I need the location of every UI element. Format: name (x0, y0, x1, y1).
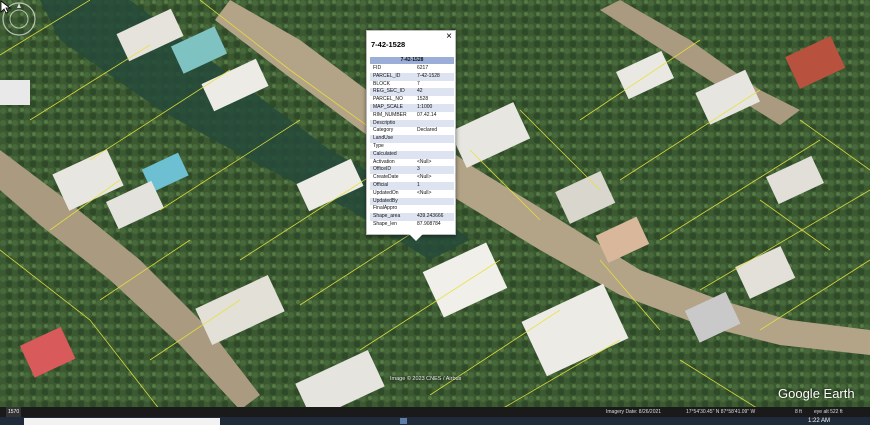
field-value (417, 198, 454, 206)
table-row: FID 6217 (370, 65, 454, 73)
field-value: Declared (417, 127, 438, 134)
table-row: CreateDate <Null> (370, 174, 454, 182)
taskbar-clock: 1:22 AM (807, 418, 830, 424)
parcel-info-popup: 7-42-1528 × 7-42-1528 FID 6217 PARCEL_ID 7… (366, 30, 456, 241)
taskbar: 1:22 AM (0, 417, 870, 425)
field-value: 1:1000 (417, 103, 433, 110)
table-row: PARCEL_NO 1528 (370, 96, 454, 104)
imagery-credit: Image © 2023 CNES / Airbus (390, 376, 462, 382)
field-name: RIM_NUMBER (373, 111, 407, 118)
app-icon[interactable] (400, 418, 407, 424)
table-row: Shape_len 87.908784 (370, 221, 454, 229)
mouse-pointer-icon (0, 0, 12, 14)
field-name: Descriptio (373, 119, 396, 126)
table-row: PARCEL_ID 7-42-1528 (370, 72, 454, 81)
table-row: UpdatedOn <Null> (370, 190, 454, 198)
field-value: <Null> (417, 174, 432, 181)
field-value: 1 (417, 181, 420, 188)
table-row: MAP_SCALE 1:1000 (370, 103, 454, 112)
field-value: 3 (417, 166, 420, 173)
imagery-date: Imagery Date: 8/26/2021 (606, 409, 662, 415)
field-value: 42 (417, 88, 423, 95)
field-name: Activation (373, 158, 395, 165)
table-row: Activation <Null> (370, 159, 454, 167)
google-earth-logo: Google Earth (778, 386, 855, 401)
coordinates-readout: 17°54'30.45" N 87°58'41.09" W (686, 409, 756, 415)
close-icon[interactable]: × (446, 31, 452, 42)
field-value: 07.42.14 (417, 111, 437, 118)
field-value: 1528 (417, 96, 429, 103)
table-row: LandUse (370, 135, 454, 143)
table-row: Shape_area 439.243666 (370, 213, 454, 221)
field-value: 6217 (417, 65, 429, 71)
table-row: Type (370, 143, 454, 151)
field-name: BLOCK (373, 80, 390, 87)
scale-legend: 1570 (6, 407, 22, 417)
status-bar: Imagery Date: 8/26/2021 17°54'30.45" N 8… (0, 407, 870, 417)
field-value: 7-42-1528 (417, 72, 440, 79)
field-name: MAP_SCALE (373, 103, 404, 110)
table-row: FinalAppro (370, 205, 454, 213)
eye-altitude-readout: eye alt 522 ft (814, 409, 843, 415)
field-name: LandUse (373, 135, 394, 142)
field-value (417, 120, 454, 128)
field-value: <Null> (417, 158, 432, 165)
field-value (417, 135, 454, 143)
table-row: RIM_NUMBER 07.42.14 (370, 112, 454, 120)
attribute-table: FID 6217 PARCEL_ID 7-42-1528 BLOCK 7 REG_SE… (370, 65, 454, 229)
field-name: UpdatedOn (373, 189, 399, 196)
taskbar-search-field[interactable] (24, 418, 220, 425)
field-value (417, 143, 454, 151)
field-name: Shape_len (373, 220, 397, 227)
field-name: CreateDate (373, 174, 399, 181)
table-row: Calculated (370, 150, 454, 159)
field-name: UpdatedBy (373, 197, 398, 204)
field-value: 439.243666 (417, 213, 444, 220)
field-name: PARCEL_ID (373, 72, 401, 79)
field-name: Shape_area (373, 213, 401, 220)
popup-table-header: 7-42-1528 (370, 57, 454, 64)
field-value: <Null> (417, 189, 432, 196)
table-row: Descriptio (370, 119, 454, 128)
table-row: UpdatedBy (370, 197, 454, 206)
popup-pointer (409, 234, 423, 241)
field-name: Type (373, 142, 384, 149)
table-row: Official 1 (370, 181, 454, 190)
table-row: BLOCK 7 (370, 81, 454, 89)
popup-title: 7-42-1528 (371, 40, 406, 49)
field-name: FID (373, 65, 382, 71)
field-value: 87.908784 (417, 220, 441, 227)
field-name: Calculated (373, 150, 397, 157)
table-row: REG_SEC_ID 42 (370, 88, 454, 97)
elevation-readout: 8 ft (795, 409, 802, 415)
table-row: OfficeID 3 (370, 166, 454, 175)
field-name: FinalAppro (373, 205, 398, 212)
field-name: OfficeID (373, 166, 391, 173)
field-name: PARCEL_NO (373, 96, 403, 103)
field-name: Category (373, 127, 394, 134)
field-name: REG_SEC_ID (373, 88, 405, 95)
field-value: 7 (417, 80, 420, 87)
field-value (417, 205, 454, 213)
table-row: Category Declared (370, 127, 454, 135)
field-name: Official (373, 181, 389, 188)
field-value (417, 151, 454, 159)
